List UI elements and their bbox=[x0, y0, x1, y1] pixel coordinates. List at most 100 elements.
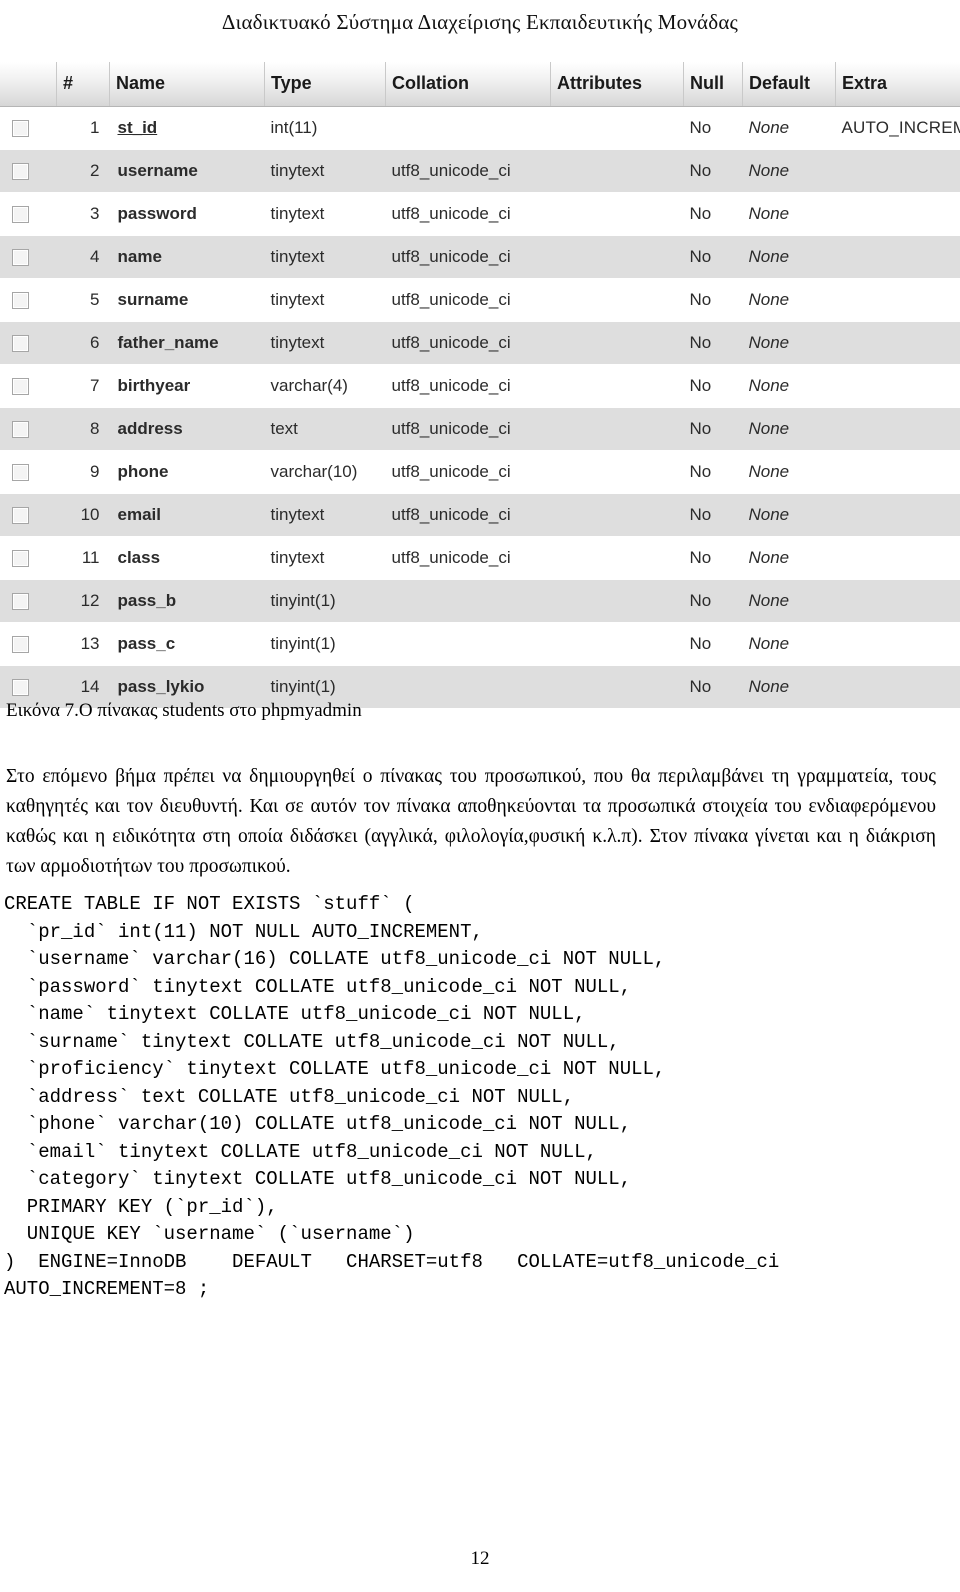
row-checkbox-cell[interactable] bbox=[0, 407, 57, 451]
row-column-name[interactable]: address bbox=[109, 407, 265, 451]
row-index: 3 bbox=[56, 192, 110, 236]
row-checkbox-cell[interactable] bbox=[0, 278, 57, 322]
row-index: 10 bbox=[56, 493, 110, 537]
row-select-checkbox[interactable] bbox=[12, 636, 29, 654]
document-title: Διαδικτυακό Σύστημα Διαχείρισης Εκπαιδευ… bbox=[221, 9, 739, 34]
column-header-type[interactable]: Type bbox=[264, 62, 386, 107]
row-column-collation: utf8_unicode_ci bbox=[385, 493, 551, 537]
row-checkbox-cell[interactable] bbox=[0, 235, 57, 279]
column-header-attributes[interactable]: Attributes bbox=[550, 62, 684, 107]
table-row[interactable]: 13 pass_c tinyint(1) No None bbox=[0, 622, 960, 666]
row-column-attributes bbox=[550, 622, 684, 666]
table-row[interactable]: 10 email tinytext utf8_unicode_ci No None bbox=[0, 493, 960, 537]
row-column-name[interactable]: pass_c bbox=[109, 622, 265, 666]
row-checkbox-cell[interactable] bbox=[0, 149, 57, 193]
table-row[interactable]: 1st_idint(11) NoNoneAUTO_INCREMENT bbox=[0, 106, 960, 150]
row-column-collation: utf8_unicode_ci bbox=[385, 235, 551, 279]
row-column-extra bbox=[835, 321, 960, 365]
row-index: 7 bbox=[56, 364, 110, 408]
row-select-checkbox[interactable] bbox=[12, 421, 29, 439]
row-checkbox-cell[interactable] bbox=[0, 364, 57, 408]
row-column-default: None bbox=[742, 321, 836, 365]
row-checkbox-cell[interactable] bbox=[0, 192, 57, 236]
row-select-checkbox[interactable] bbox=[12, 593, 29, 611]
row-column-attributes bbox=[550, 407, 684, 451]
row-column-name[interactable]: father_name bbox=[109, 321, 265, 365]
row-column-name[interactable]: surname bbox=[109, 278, 265, 322]
column-header-collation[interactable]: Collation bbox=[385, 62, 551, 107]
row-column-attributes bbox=[550, 278, 684, 322]
row-column-attributes bbox=[550, 106, 684, 150]
row-column-default: None bbox=[742, 235, 836, 279]
row-column-name[interactable]: username bbox=[109, 149, 265, 193]
column-header-default[interactable]: Default bbox=[742, 62, 836, 107]
row-select-checkbox[interactable] bbox=[12, 163, 29, 181]
row-column-type: text bbox=[264, 407, 386, 451]
row-column-collation bbox=[385, 665, 551, 709]
row-column-attributes bbox=[550, 192, 684, 236]
row-column-name[interactable]: class bbox=[109, 536, 265, 580]
row-column-collation: utf8_unicode_ci bbox=[385, 407, 551, 451]
row-select-checkbox[interactable] bbox=[12, 206, 29, 224]
row-column-name[interactable]: pass_b bbox=[109, 579, 265, 623]
row-column-null: No bbox=[683, 321, 743, 365]
row-column-extra bbox=[835, 149, 960, 193]
row-checkbox-cell[interactable] bbox=[0, 321, 57, 365]
row-column-name[interactable]: birthyear bbox=[109, 364, 265, 408]
row-select-checkbox[interactable] bbox=[12, 249, 29, 267]
row-checkbox-cell[interactable] bbox=[0, 536, 57, 580]
table-row[interactable]: 4 name tinytext utf8_unicode_ci No None bbox=[0, 235, 960, 279]
row-column-collation: utf8_unicode_ci bbox=[385, 450, 551, 494]
row-column-attributes bbox=[550, 579, 684, 623]
row-column-null: No bbox=[683, 278, 743, 322]
table-row[interactable]: 5 surname tinytext utf8_unicode_ci No None bbox=[0, 278, 960, 322]
row-select-checkbox[interactable] bbox=[12, 335, 29, 353]
table-row[interactable]: 6 father_name tinytext utf8_unicode_ci No Non… bbox=[0, 321, 960, 365]
row-select-checkbox[interactable] bbox=[12, 292, 29, 310]
page-number: 12 bbox=[470, 1548, 490, 1569]
table-row[interactable]: 7 birthyear varchar(4) utf8_unicode_ci No Non… bbox=[0, 364, 960, 408]
row-column-name[interactable]: password bbox=[109, 192, 265, 236]
row-column-collation: utf8_unicode_ci bbox=[385, 278, 551, 322]
table-row[interactable]: 8 address text utf8_unicode_ci No None bbox=[0, 407, 960, 451]
row-column-default: None bbox=[742, 364, 836, 408]
row-column-collation: utf8_unicode_ci bbox=[385, 149, 551, 193]
row-checkbox-cell[interactable] bbox=[0, 450, 57, 494]
row-select-checkbox[interactable] bbox=[12, 378, 29, 396]
row-select-checkbox[interactable] bbox=[12, 550, 29, 568]
row-column-null: No bbox=[683, 407, 743, 451]
row-column-extra bbox=[835, 450, 960, 494]
row-checkbox-cell[interactable] bbox=[0, 622, 57, 666]
row-select-checkbox[interactable] bbox=[12, 679, 29, 697]
row-column-name[interactable]: email bbox=[109, 493, 265, 537]
row-column-default: None bbox=[742, 450, 836, 494]
row-column-name[interactable]: phone bbox=[109, 450, 265, 494]
column-header-name[interactable]: Name bbox=[109, 62, 265, 107]
row-column-attributes bbox=[550, 536, 684, 580]
row-checkbox-cell[interactable] bbox=[0, 579, 57, 623]
column-header-extra[interactable]: Extra bbox=[835, 62, 960, 107]
table-row[interactable]: 11 class tinytext utf8_unicode_ci No None bbox=[0, 536, 960, 580]
table-row[interactable]: 9 phone varchar(10) utf8_unicode_ci No None bbox=[0, 450, 960, 494]
row-checkbox-cell[interactable] bbox=[0, 493, 57, 537]
table-row[interactable]: 3 password tinytext utf8_unicode_ci No None bbox=[0, 192, 960, 236]
column-header-select-all[interactable] bbox=[0, 62, 57, 107]
row-column-type: tinytext bbox=[264, 235, 386, 279]
row-select-checkbox[interactable] bbox=[12, 120, 29, 138]
row-select-checkbox[interactable] bbox=[12, 507, 29, 525]
row-select-checkbox[interactable] bbox=[12, 464, 29, 482]
row-column-name[interactable]: st_id bbox=[109, 106, 265, 150]
column-header-null[interactable]: Null bbox=[683, 62, 743, 107]
table-row[interactable]: 2 username tinytext utf8_unicode_ci No None bbox=[0, 149, 960, 193]
table-row[interactable]: 12 pass_b tinyint(1) No None bbox=[0, 579, 960, 623]
row-column-attributes bbox=[550, 321, 684, 365]
row-column-default: None bbox=[742, 278, 836, 322]
row-column-default: None bbox=[742, 665, 836, 709]
row-checkbox-cell[interactable] bbox=[0, 106, 57, 150]
row-column-null: No bbox=[683, 493, 743, 537]
row-column-attributes bbox=[550, 493, 684, 537]
row-column-name[interactable]: name bbox=[109, 235, 265, 279]
row-column-default: None bbox=[742, 579, 836, 623]
row-column-null: No bbox=[683, 235, 743, 279]
column-header-number[interactable]: # bbox=[56, 62, 110, 107]
